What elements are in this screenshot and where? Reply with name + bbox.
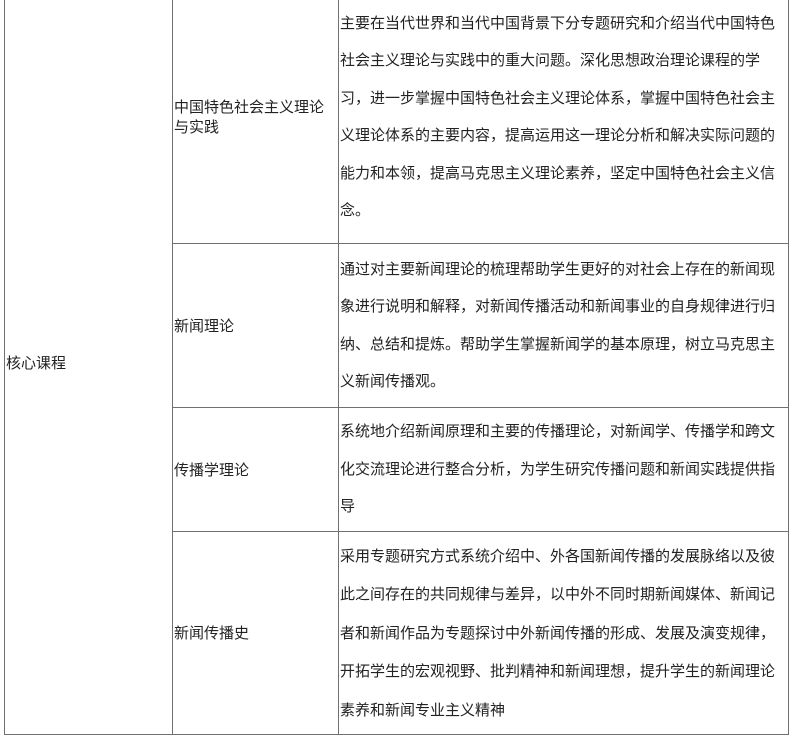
course-name-cell: 中国特色社会主义理论与实践 (172, 0, 339, 244)
course-description-cell: 系统地介绍新闻原理和主要的传播理论，对新闻学、传播学和跨文化交流理论进行整合分析… (338, 407, 789, 532)
course-description-cell: 采用专题研究方式系统介绍中、外各国新闻传播的发展脉络以及彼此之间存在的共同规律与… (338, 531, 789, 735)
course-name-cell: 传播学理论 (172, 407, 339, 532)
table-row: 核心课程 中国特色社会主义理论与实践 主要在当代世界和当代中国背景下分专题研究和… (4, 0, 789, 735)
course-name-cell: 新闻理论 (172, 243, 339, 408)
course-table: 核心课程 中国特色社会主义理论与实践 主要在当代世界和当代中国背景下分专题研究和… (4, 0, 789, 735)
course-description-cell: 主要在当代世界和当代中国背景下分专题研究和介绍当代中国特色社会主义理论与实践中的… (338, 0, 789, 244)
course-description-cell: 通过对主要新闻理论的梳理帮助学生更好的对社会上存在的新闻现象进行说明和解释，对新… (338, 243, 789, 408)
course-name-cell: 新闻传播史 (172, 531, 339, 735)
category-cell: 核心课程 (4, 0, 173, 735)
